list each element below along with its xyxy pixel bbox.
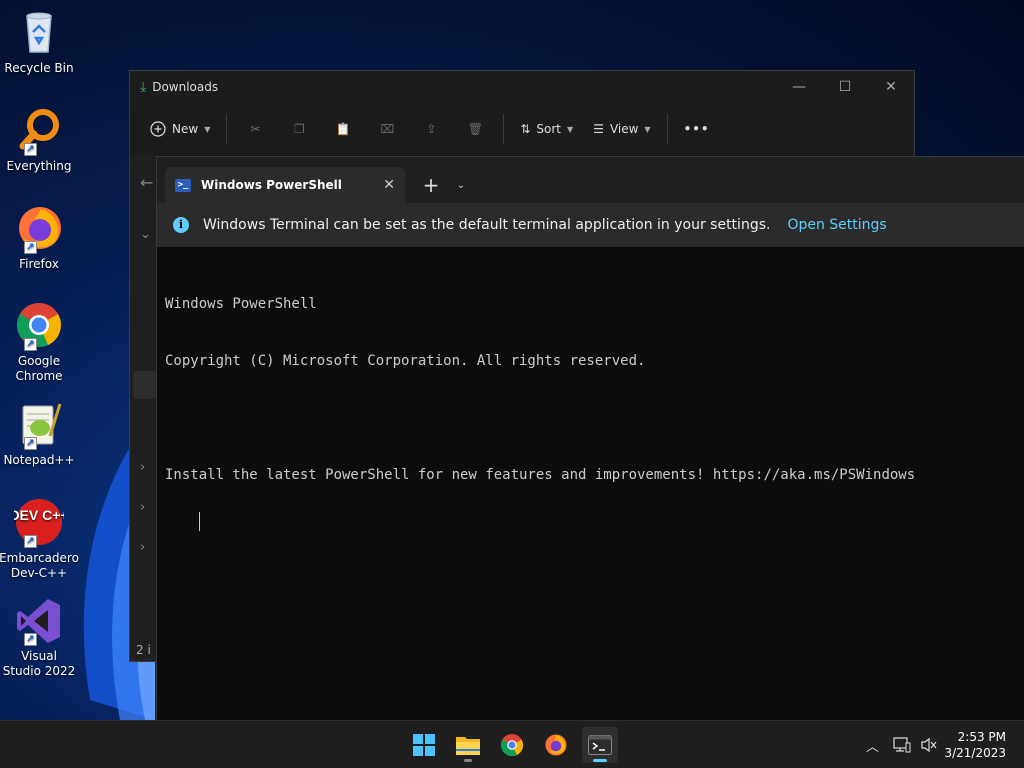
more-options-button[interactable]: ••• (674, 112, 720, 146)
copy-icon[interactable]: ❐ (283, 113, 315, 145)
chrome-icon (500, 733, 524, 757)
view-icon: ☰ (593, 122, 604, 136)
folder-icon (456, 737, 480, 755)
desktop-icon-label: Notepad++ (3, 453, 75, 467)
shortcut-arrow-icon: ↗ (24, 437, 37, 450)
terminal-tabbar: >_ Windows PowerShell ✕ + ⌄ (157, 157, 1024, 203)
clock-time: 2:53 PM (957, 730, 1006, 744)
chrome-icon: ↗ (14, 301, 64, 351)
taskbar-terminal[interactable] (582, 727, 618, 763)
windows-logo-icon (413, 734, 435, 756)
desktop-icon-recycle-bin[interactable]: Recycle Bin (2, 8, 76, 76)
chevron-down-icon[interactable]: ⌄ (140, 227, 151, 242)
clock-date: 3/21/2023 (944, 746, 1006, 760)
devcpp-logo-text: DEV C++ (14, 507, 64, 523)
chevron-right-icon[interactable]: › (140, 540, 145, 555)
rename-icon[interactable]: ⌧ (371, 113, 403, 145)
new-tab-button[interactable]: + (413, 167, 449, 203)
everything-search-icon: ↗ (14, 106, 64, 156)
view-button[interactable]: ☰ View ▼ (583, 112, 660, 146)
chevron-right-icon[interactable]: › (140, 500, 145, 515)
taskbar: ︿ 2:53 PM 3/21/2023 (0, 720, 1024, 768)
chevron-down-icon: ▼ (567, 124, 574, 134)
text-cursor (198, 512, 200, 531)
firefox-icon (545, 734, 567, 756)
volume-muted-icon[interactable] (920, 721, 938, 768)
recycle-bin-icon (14, 8, 64, 58)
taskbar-file-explorer[interactable] (450, 727, 486, 763)
shortcut-arrow-icon: ↗ (24, 143, 37, 156)
console-line: Windows PowerShell (165, 296, 317, 312)
clock[interactable]: 2:53 PM 3/21/2023 (944, 729, 1006, 761)
desktop-icon-label: Firefox (19, 257, 59, 271)
share-icon[interactable]: ⇪ (415, 113, 447, 145)
sort-icon: ⇅ (520, 122, 531, 136)
console-line: Copyright (C) Microsoft Corporation. All… (165, 353, 646, 369)
desktop-icon-label: Everything (6, 159, 72, 173)
terminal-window[interactable]: >_ Windows PowerShell ✕ + ⌄ i Windows Te… (156, 156, 1024, 720)
close-tab-icon[interactable]: ✕ (383, 177, 395, 193)
new-button[interactable]: New ▼ (140, 112, 220, 146)
desktop-icon-everything[interactable]: ↗ Everything (2, 106, 76, 174)
console-line: Install the latest PowerShell for new fe… (165, 467, 916, 483)
desktop-icon-firefox[interactable]: ↗ Firefox (2, 204, 76, 272)
shortcut-arrow-icon: ↗ (24, 535, 37, 548)
shortcut-arrow-icon: ↗ (24, 633, 37, 646)
view-label: View (609, 122, 639, 136)
terminal-icon (588, 735, 612, 755)
cut-icon[interactable]: ✂ (239, 113, 271, 145)
sort-label: Sort (536, 122, 562, 136)
open-settings-link[interactable]: Open Settings (787, 217, 886, 233)
info-bar: i Windows Terminal can be set as the def… (157, 203, 1024, 247)
desktop-icon-label: Google Chrome (15, 354, 63, 383)
desktop-icon-visual-studio[interactable]: ↗ Visual Studio 2022 (2, 596, 76, 679)
close-button[interactable]: ✕ (868, 71, 914, 103)
console-output[interactable]: Windows PowerShell Copyright (C) Microso… (157, 247, 1024, 566)
download-icon: ⤓ (140, 79, 147, 95)
info-message: Windows Terminal can be set as the defau… (203, 217, 771, 233)
notepadpp-icon: ↗ (14, 400, 64, 450)
info-icon: i (173, 217, 189, 233)
taskbar-chrome[interactable] (494, 727, 530, 763)
tab-windows-powershell[interactable]: >_ Windows PowerShell ✕ (165, 167, 405, 203)
firefox-icon: ↗ (14, 204, 64, 254)
explorer-title: Downloads (152, 80, 219, 94)
shortcut-arrow-icon: ↗ (24, 338, 37, 351)
paste-icon[interactable]: 📋 (327, 113, 359, 145)
minimize-button[interactable]: — (776, 71, 822, 103)
taskbar-firefox[interactable] (538, 727, 574, 763)
more-options-label: ••• (683, 122, 710, 136)
desktop-icon-label: Recycle Bin (4, 61, 74, 75)
nav-selected-item[interactable] (133, 371, 157, 399)
desktop-icon-label: Embarcadero Dev-C++ (0, 551, 79, 580)
maximize-button[interactable]: ☐ (822, 71, 868, 103)
sort-button[interactable]: ⇅ Sort ▼ (510, 112, 583, 146)
network-icon[interactable] (893, 721, 911, 768)
visual-studio-icon: ↗ (14, 596, 64, 646)
back-arrow-icon[interactable]: ← (140, 173, 153, 192)
desktop-icon-notepadpp[interactable]: ↗ Notepad++ (2, 400, 76, 468)
powershell-icon: >_ (175, 178, 191, 192)
desktop-icon-devcpp[interactable]: DEV C++ ↗ Embarcadero Dev-C++ (0, 498, 79, 581)
chevron-down-icon: ▼ (204, 124, 211, 134)
plus-circle-icon (150, 121, 166, 137)
explorer-toolbar: New ▼ ✂ ❐ 📋 ⌧ ⇪ 🗑 ⇅ Sort ▼ ☰ View ▼ ••• (130, 103, 914, 155)
desktop-icon-chrome[interactable]: ↗ Google Chrome (2, 301, 76, 384)
explorer-nav-rail: ← ⌄ › › › 2 i (130, 155, 157, 661)
tab-dropdown-chevron-icon[interactable]: ⌄ (449, 167, 473, 203)
chevron-right-icon[interactable]: › (140, 460, 145, 475)
chevron-down-icon: ▼ (644, 124, 651, 134)
start-button[interactable] (406, 727, 442, 763)
items-count: 2 i (136, 643, 151, 657)
desktop-icon-label: Visual Studio 2022 (2, 649, 76, 678)
devcpp-icon: DEV C++ ↗ (9, 498, 69, 548)
delete-icon[interactable]: 🗑 (459, 113, 491, 145)
show-hidden-icons-chevron-icon[interactable]: ︿ (866, 721, 879, 768)
new-label: New (172, 122, 199, 136)
tab-title: Windows PowerShell (201, 178, 342, 192)
shortcut-arrow-icon: ↗ (24, 241, 37, 254)
